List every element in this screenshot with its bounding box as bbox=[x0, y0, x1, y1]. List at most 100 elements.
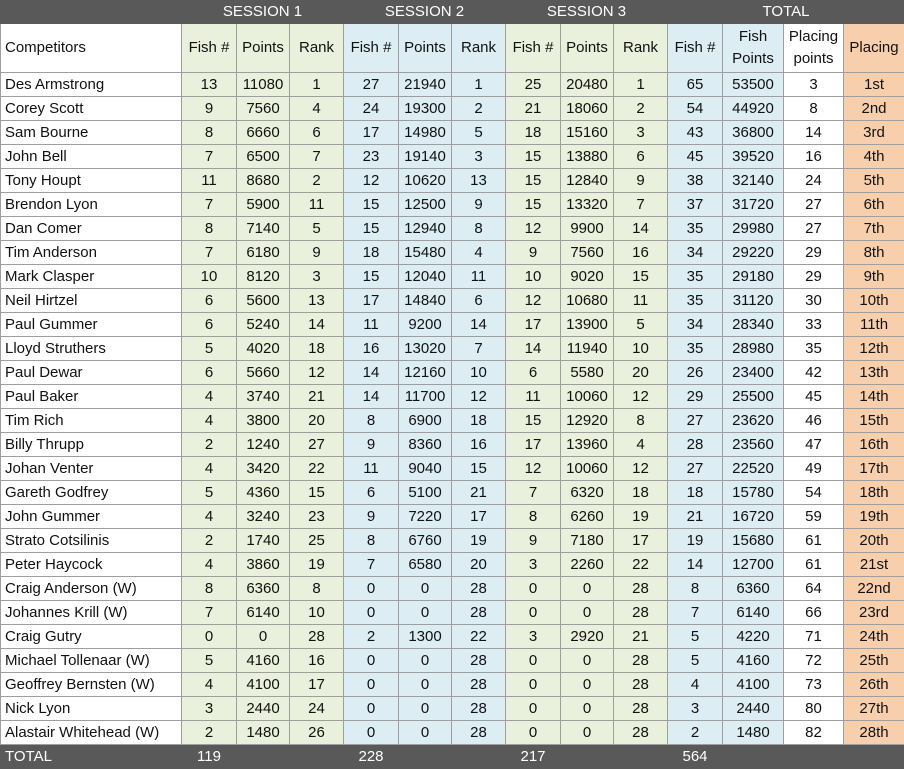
s2-rank-cell: 5 bbox=[451, 120, 506, 145]
s3-fish-cell: 0 bbox=[505, 672, 561, 697]
s3-fish-cell: 3 bbox=[505, 624, 561, 649]
competitor-name: Tim Rich bbox=[0, 408, 182, 433]
placing-points-cell: 73 bbox=[783, 672, 844, 697]
s2-rank-cell: 13 bbox=[451, 168, 506, 193]
placing-cell: 5th bbox=[842, 168, 904, 193]
placing-points-cell: 16 bbox=[783, 144, 844, 169]
s3-rank-cell: 9 bbox=[613, 168, 668, 193]
s3-points-cell: 12840 bbox=[560, 168, 614, 193]
s1-fish-cell: 7 bbox=[181, 240, 237, 265]
competitor-name: Geoffrey Bernsten (W) bbox=[0, 672, 182, 697]
s1-points-cell: 5240 bbox=[236, 312, 290, 337]
placing-cell: 20th bbox=[842, 528, 904, 553]
s3-points-cell: 13960 bbox=[560, 432, 614, 457]
table-row: Dan Comer 8 7140 5 15 12940 8 12 9900 14 35 29980 27… bbox=[0, 216, 904, 241]
placing-header: Placing bbox=[842, 23, 904, 73]
s1-points-cell: 5900 bbox=[236, 192, 290, 217]
fish-points-cell: 29980 bbox=[722, 216, 784, 241]
s1-rank-cell: 23 bbox=[289, 504, 344, 529]
fish-points-cell: 2440 bbox=[722, 696, 784, 721]
placing-cell: 23rd bbox=[842, 600, 904, 625]
s1-points-cell: 3420 bbox=[236, 456, 290, 481]
s2-points-cell: 11700 bbox=[398, 384, 452, 409]
competitor-name: Mark Clasper bbox=[0, 264, 182, 289]
s2-rank-cell: 20 bbox=[451, 552, 506, 577]
s3-points-cell: 13880 bbox=[560, 144, 614, 169]
s2-fish-cell: 15 bbox=[343, 216, 399, 241]
placing-points-cell: 47 bbox=[783, 432, 844, 457]
s1-rank-cell: 14 bbox=[289, 312, 344, 337]
s1-points-cell: 6500 bbox=[236, 144, 290, 169]
placing-cell: 9th bbox=[842, 264, 904, 289]
s3-points-cell: 10680 bbox=[560, 288, 614, 313]
s3-fish-cell: 12 bbox=[505, 288, 561, 313]
total-fish-header: Fish # bbox=[667, 23, 723, 73]
s2-points-cell: 9040 bbox=[398, 456, 452, 481]
s1-points-cell: 1740 bbox=[236, 528, 290, 553]
placing-cell: 21st bbox=[842, 552, 904, 577]
s3-rank-cell: 28 bbox=[613, 672, 668, 697]
s1-rank-cell: 21 bbox=[289, 384, 344, 409]
s3-points-cell: 0 bbox=[560, 600, 614, 625]
s2-fish-cell: 18 bbox=[343, 240, 399, 265]
s3-fish-cell: 10 bbox=[505, 264, 561, 289]
s2-fish-cell: 15 bbox=[343, 264, 399, 289]
s1-points-cell: 3740 bbox=[236, 384, 290, 409]
s2-rank-cell: 28 bbox=[451, 648, 506, 673]
table-row: Geoffrey Bernsten (W) 4 4100 17 0 0 28 0 0 28 4 410… bbox=[0, 672, 904, 697]
s1-fish-cell: 7 bbox=[181, 600, 237, 625]
s1-points-cell: 8120 bbox=[236, 264, 290, 289]
s2-points-cell: 5100 bbox=[398, 480, 452, 505]
placing-points-cell: 61 bbox=[783, 528, 844, 553]
s2-fish-cell: 6 bbox=[343, 480, 399, 505]
s1-rank-cell: 18 bbox=[289, 336, 344, 361]
placing-cell: 13th bbox=[842, 360, 904, 385]
placing-cell: 27th bbox=[842, 696, 904, 721]
s1-fish-cell: 8 bbox=[181, 120, 237, 145]
table-row: Nick Lyon 3 2440 24 0 0 28 0 0 28 3 2440 80 27th bbox=[0, 696, 904, 721]
total-fish-cell: 7 bbox=[667, 600, 723, 625]
s3-points-cell: 2920 bbox=[560, 624, 614, 649]
s2-fish-cell: 8 bbox=[343, 408, 399, 433]
competitor-name: John Bell bbox=[0, 144, 182, 169]
total-fish-cell: 3 bbox=[667, 696, 723, 721]
s1-points-cell: 6360 bbox=[236, 576, 290, 601]
s3-fish-cell: 12 bbox=[505, 216, 561, 241]
s3-rank-cell: 28 bbox=[613, 648, 668, 673]
table-row: Tim Rich 4 3800 20 8 6900 18 15 12920 8 27 23620 46 1… bbox=[0, 408, 904, 433]
table-row: Gareth Godfrey 5 4360 15 6 5100 21 7 6320 18 18 157… bbox=[0, 480, 904, 505]
table-row: Brendon Lyon 7 5900 11 15 12500 9 15 13320 7 37 317… bbox=[0, 192, 904, 217]
s2-points-cell: 21940 bbox=[398, 72, 452, 97]
s1-points-cell: 6660 bbox=[236, 120, 290, 145]
total-all-fish: 564 bbox=[667, 744, 723, 769]
empty-cell bbox=[783, 744, 844, 769]
placing-cell: 25th bbox=[842, 648, 904, 673]
s2-fish-cell: 0 bbox=[343, 576, 399, 601]
column-header-row: Competitors Fish # Points Rank Fish # Po… bbox=[0, 23, 904, 73]
s3-rank-cell: 12 bbox=[613, 384, 668, 409]
s1-fish-cell: 6 bbox=[181, 288, 237, 313]
s2-points-cell: 19140 bbox=[398, 144, 452, 169]
s2-rank-cell: 28 bbox=[451, 600, 506, 625]
s1-points-cell: 4360 bbox=[236, 480, 290, 505]
s3-rank-cell: 12 bbox=[613, 456, 668, 481]
s1-points-cell: 7560 bbox=[236, 96, 290, 121]
s2-points-cell: 6900 bbox=[398, 408, 452, 433]
s2-points-cell: 14980 bbox=[398, 120, 452, 145]
s1-rank-cell: 28 bbox=[289, 624, 344, 649]
s2-rank-cell: 28 bbox=[451, 576, 506, 601]
s3-fish-cell: 6 bbox=[505, 360, 561, 385]
s2-fish-cell: 17 bbox=[343, 288, 399, 313]
placing-points-cell: 30 bbox=[783, 288, 844, 313]
s2-fish-cell: 12 bbox=[343, 168, 399, 193]
placing-cell: 28th bbox=[842, 720, 904, 745]
s1-fish-cell: 7 bbox=[181, 192, 237, 217]
s3-rank-cell: 2 bbox=[613, 96, 668, 121]
s1-points-cell: 1240 bbox=[236, 432, 290, 457]
fish-points-cell: 4160 bbox=[722, 648, 784, 673]
s2-fish-cell: 9 bbox=[343, 432, 399, 457]
competitor-name: Sam Bourne bbox=[0, 120, 182, 145]
s3-rank-cell: 22 bbox=[613, 552, 668, 577]
s3-fish-cell: 25 bbox=[505, 72, 561, 97]
s1-fish-cell: 5 bbox=[181, 336, 237, 361]
